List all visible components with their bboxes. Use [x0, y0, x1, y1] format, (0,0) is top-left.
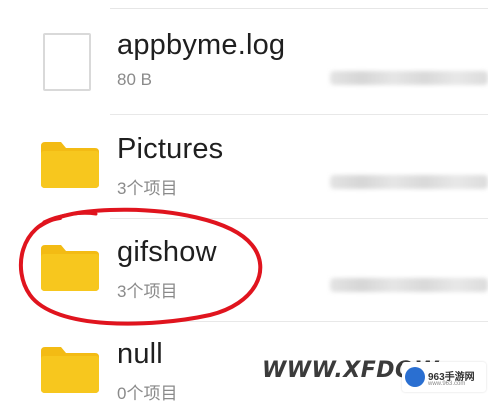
folder-icon: [41, 142, 99, 188]
blurred-date: [330, 278, 488, 292]
item-count: 0个项目: [117, 384, 178, 403]
folder-icon: [41, 245, 99, 291]
file-list: appbyme.log 80 B Pictures 3个项目 gifshow 3…: [0, 0, 488, 408]
file-row-gifshow[interactable]: gifshow 3个项目: [0, 218, 488, 322]
document-icon: [43, 33, 91, 91]
file-name: null: [117, 338, 163, 370]
file-row-pictures[interactable]: Pictures 3个项目: [0, 115, 488, 219]
item-count: 3个项目: [117, 282, 178, 301]
file-row-appbyme-log[interactable]: appbyme.log 80 B: [0, 11, 488, 115]
file-name: appbyme.log: [117, 29, 286, 61]
file-size: 80 B: [117, 70, 152, 89]
item-count: 3个项目: [117, 179, 178, 198]
site-logo-icon: [405, 367, 425, 387]
site-logo-url: www.963.com: [428, 381, 466, 387]
folder-icon: [41, 347, 99, 393]
file-name: Pictures: [117, 133, 224, 165]
blurred-date: [330, 175, 488, 189]
file-name: gifshow: [117, 236, 217, 268]
site-logo: 963手游网 www.963.com: [402, 362, 486, 392]
blurred-date: [330, 71, 488, 85]
